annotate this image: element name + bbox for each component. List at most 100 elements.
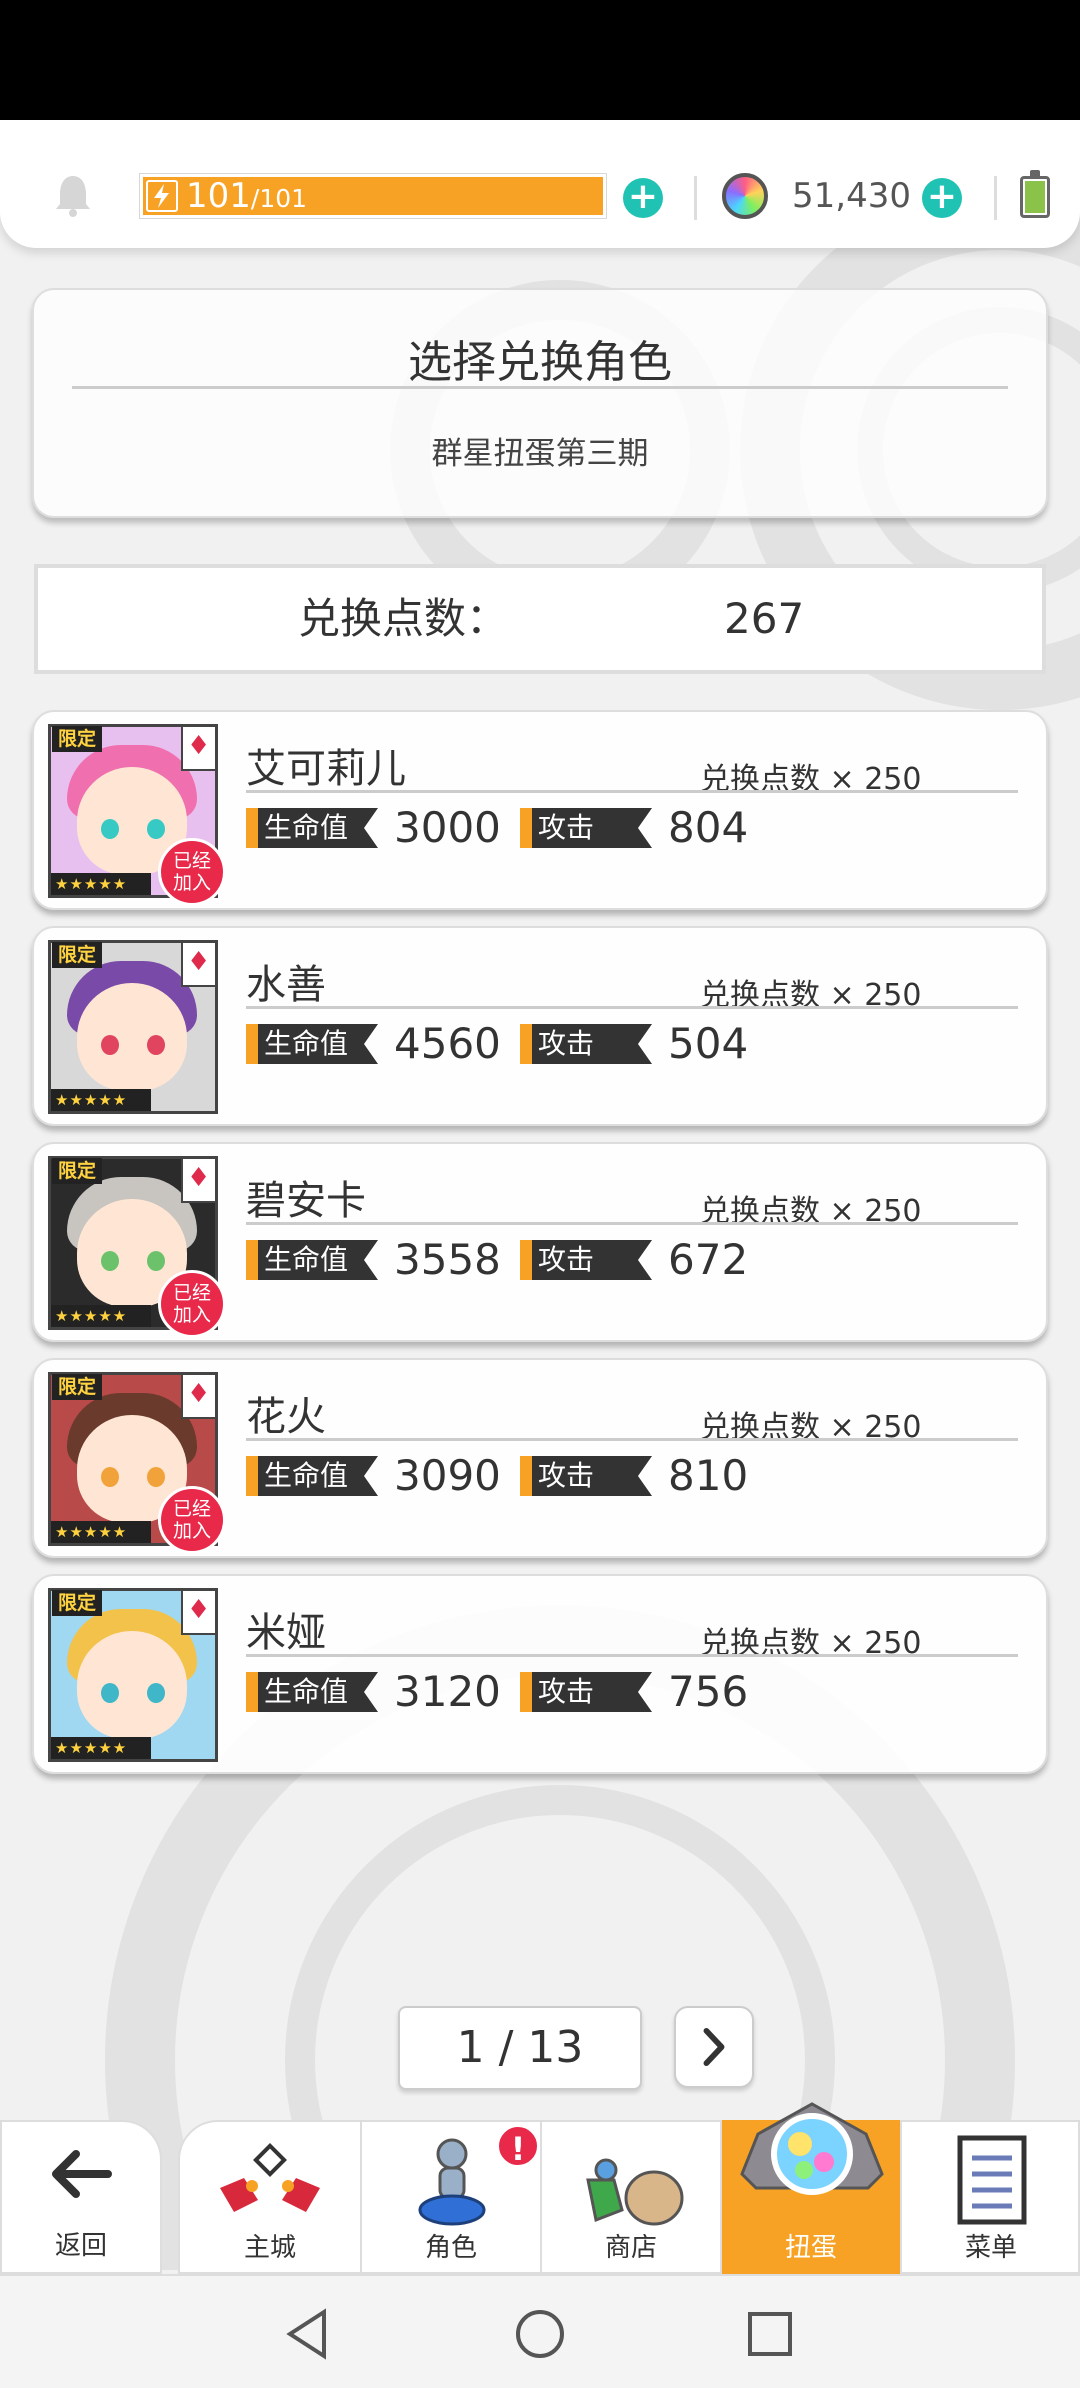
battery-icon	[1020, 170, 1050, 218]
lightning-icon	[146, 180, 178, 212]
joined-text: 加入	[172, 1520, 211, 1542]
hp-tag: 生命值	[246, 1024, 378, 1064]
divider	[246, 790, 1018, 793]
portrait-eye	[147, 819, 165, 839]
joined-text: 已经	[172, 850, 211, 872]
portrait-eye	[147, 1467, 165, 1487]
character-icon	[418, 2138, 486, 2226]
exchange-points-value: 267	[724, 594, 805, 643]
attack-value: 804	[668, 803, 749, 852]
home-circle-icon[interactable]	[514, 2308, 566, 2360]
hp-value: 4560	[394, 1019, 501, 1068]
next-page-button[interactable]	[674, 2006, 754, 2088]
portrait-eye	[101, 1467, 119, 1487]
divider	[246, 1438, 1018, 1441]
character-name: 水善	[246, 962, 326, 1008]
portrait-eye	[101, 819, 119, 839]
recents-square-icon[interactable]	[746, 2310, 794, 2358]
rarity-stars: ★★★★★	[51, 1737, 151, 1759]
joined-badge: 已经 加入	[158, 1486, 226, 1554]
attack-value: 504	[668, 1019, 749, 1068]
attack-tag: 攻击	[520, 1672, 652, 1712]
rarity-stars: ★★★★★	[51, 1521, 151, 1543]
portrait-face	[77, 983, 187, 1091]
tab-label: 主城	[243, 2233, 296, 2263]
character-card[interactable]: ♦ ★★★★★ 限定 水善 兑换点数 × 250 生命值 4560 攻击 504	[32, 926, 1048, 1126]
joined-badge: 已经 加入	[158, 838, 226, 906]
character-name: 花火	[246, 1394, 326, 1440]
hp-value: 3000	[394, 803, 501, 852]
attack-value: 810	[668, 1451, 749, 1500]
portrait-eye	[101, 1683, 119, 1703]
tab-label: 菜单	[964, 2233, 1017, 2263]
character-card[interactable]: ♦ ★★★★★ 限定 碧安卡 兑换点数 × 250 生命值 3558 攻击 67…	[32, 1142, 1048, 1342]
divider	[246, 1654, 1018, 1657]
add-gems-button[interactable]: +	[922, 178, 962, 218]
gem-icon	[722, 173, 768, 219]
attack-tag: 攻击	[520, 1240, 652, 1280]
divider	[994, 176, 997, 220]
page-subtitle: 群星扭蛋第三期	[431, 436, 649, 472]
limited-tag: 限定	[52, 726, 103, 752]
castle-icon	[220, 2143, 320, 2212]
hp-value: 3090	[394, 1451, 501, 1500]
limited-tag: 限定	[52, 1374, 103, 1400]
joined-badge: 已经 加入	[158, 1270, 226, 1338]
back-arrow-icon	[52, 2150, 112, 2198]
attack-tag: 攻击	[520, 1456, 652, 1496]
diamond-suit-icon: ♦	[181, 1159, 215, 1203]
tab-label: 商店	[604, 2233, 657, 2263]
attack-value: 756	[668, 1667, 749, 1716]
hp-tag: 生命值	[246, 808, 378, 848]
character-name: 碧安卡	[246, 1178, 366, 1224]
status-bar-area	[0, 0, 1080, 120]
rarity-stars: ★★★★★	[51, 1305, 151, 1327]
divider	[72, 386, 1008, 389]
page-indicator: 1 / 13	[398, 2006, 642, 2090]
hp-tag: 生命值	[246, 1456, 378, 1496]
back-triangle-icon[interactable]	[282, 2308, 332, 2360]
portrait-eye	[147, 1251, 165, 1271]
tab-shop[interactable]: 商店	[540, 2120, 720, 2274]
tab-label: 角色	[424, 2233, 477, 2263]
page-title: 选择兑换角色	[408, 337, 672, 388]
character-name: 艾可莉儿	[246, 746, 406, 792]
tab-main-city[interactable]: 主城	[180, 2120, 360, 2274]
stamina-value: 101/101	[186, 176, 308, 216]
attack-tag: 攻击	[520, 808, 652, 848]
character-card[interactable]: ♦ ★★★★★ 限定 艾可莉儿 兑换点数 × 250 生命值 3000 攻击 8…	[32, 710, 1048, 910]
hp-value: 3558	[394, 1235, 501, 1284]
title-card: 选择兑换角色 群星扭蛋第三期	[32, 288, 1048, 518]
limited-tag: 限定	[52, 1590, 103, 1616]
hp-tag: 生命值	[246, 1672, 378, 1712]
tab-gacha[interactable]: 扭蛋	[720, 2102, 900, 2274]
portrait-face	[77, 1631, 187, 1739]
divider	[694, 176, 697, 220]
notification-badge: !	[496, 2124, 540, 2168]
joined-text: 加入	[172, 872, 211, 894]
exchange-points-label: 兑换点数：	[298, 594, 509, 643]
portrait-eye	[147, 1683, 165, 1703]
diamond-suit-icon: ♦	[181, 727, 215, 771]
gem-count: 51,430	[792, 176, 911, 216]
back-label: 返回	[54, 2231, 107, 2261]
character-card[interactable]: ♦ ★★★★★ 限定 米娅 兑换点数 × 250 生命值 3120 攻击 756	[32, 1574, 1048, 1774]
attack-value: 672	[668, 1235, 749, 1284]
limited-tag: 限定	[52, 942, 103, 968]
divider	[246, 1222, 1018, 1225]
attack-tag: 攻击	[520, 1024, 652, 1064]
diamond-suit-icon: ♦	[181, 1375, 215, 1419]
exchange-points-box: 兑换点数： 267	[34, 564, 1046, 674]
character-card[interactable]: ♦ ★★★★★ 限定 花火 兑换点数 × 250 生命值 3090 攻击 810…	[32, 1358, 1048, 1558]
diamond-suit-icon: ♦	[181, 1591, 215, 1635]
tab-label: 扭蛋	[784, 2233, 837, 2263]
rarity-stars: ★★★★★	[51, 873, 151, 895]
hp-tag: 生命值	[246, 1240, 378, 1280]
portrait-eye	[101, 1035, 119, 1055]
add-stamina-button[interactable]: +	[623, 178, 663, 218]
bell-icon[interactable]	[52, 172, 94, 218]
gacha-orb-icon	[740, 2102, 884, 2195]
back-button[interactable]: 返回	[0, 2120, 162, 2274]
joined-text: 加入	[172, 1304, 211, 1326]
tab-menu[interactable]: 菜单	[900, 2120, 1080, 2274]
